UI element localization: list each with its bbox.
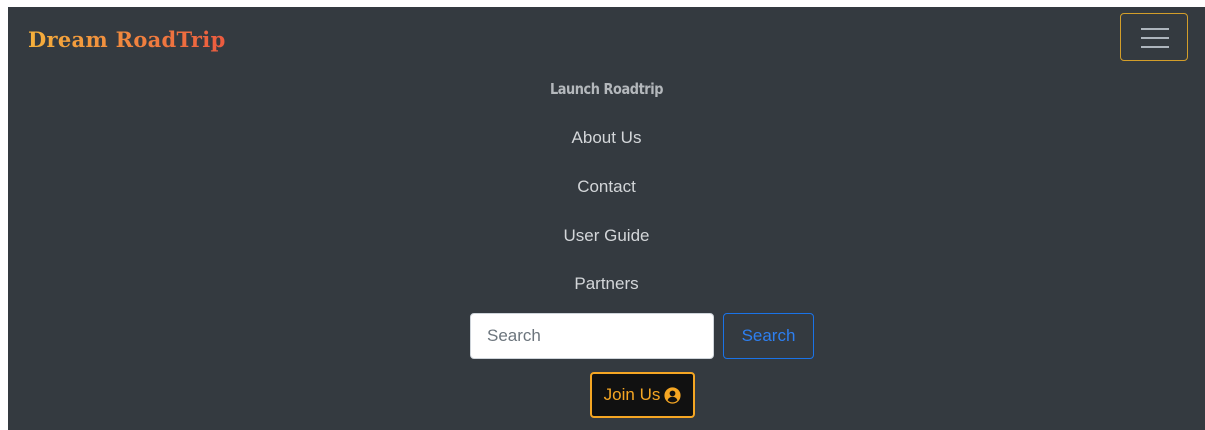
navbar-toggler-button[interactable] (1120, 13, 1188, 61)
search-button[interactable]: Search (723, 313, 814, 359)
search-input[interactable] (470, 313, 714, 359)
brand-logo[interactable]: Dream RoadTrip (28, 27, 226, 53)
nav-link-partners[interactable]: Partners (8, 273, 1205, 295)
nav-link-launch-roadtrip[interactable]: Launch Roadtrip (92, 78, 1121, 100)
nav-link-contact[interactable]: Contact (8, 176, 1205, 198)
join-us-label: Join Us (603, 385, 661, 404)
nav-link-user-guide[interactable]: User Guide (8, 225, 1205, 247)
navbar: Dream RoadTrip Launch Roadtrip About Us … (8, 7, 1205, 430)
user-circle-icon (664, 386, 681, 404)
join-us-button[interactable]: Join Us (590, 372, 695, 418)
hamburger-menu-icon (1141, 28, 1169, 30)
hamburger-menu-icon (1141, 46, 1169, 48)
hamburger-menu-icon (1141, 37, 1169, 39)
nav-link-about-us[interactable]: About Us (8, 127, 1205, 149)
